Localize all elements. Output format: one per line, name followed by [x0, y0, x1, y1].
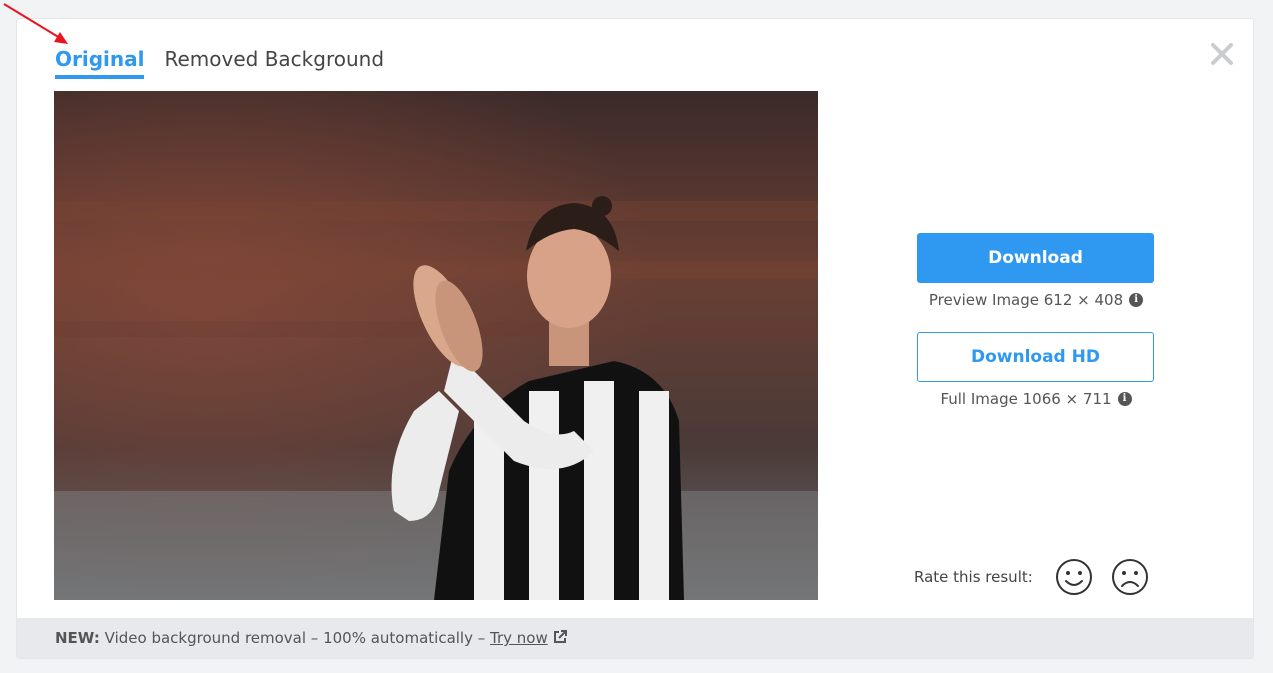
- full-info: Full Image 1066 × 711 i: [917, 390, 1155, 408]
- download-button[interactable]: Download: [917, 233, 1154, 283]
- frown-icon[interactable]: [1111, 558, 1149, 596]
- info-icon[interactable]: i: [1129, 293, 1144, 307]
- announcement-text: Video background removal – 100% automati…: [99, 629, 491, 647]
- tab-original[interactable]: Original: [55, 47, 145, 79]
- try-now-link[interactable]: Try now: [490, 629, 548, 647]
- preview-info: Preview Image 612 × 408 i: [917, 291, 1155, 309]
- rating-row: Rate this result:: [914, 558, 1149, 596]
- rate-label: Rate this result:: [914, 568, 1033, 586]
- smile-icon[interactable]: [1055, 558, 1093, 596]
- full-size-text: Full Image 1066 × 711: [940, 390, 1112, 408]
- close-icon[interactable]: [1209, 41, 1235, 67]
- annotation-arrow-icon: [3, 3, 68, 44]
- download-panel: Download Preview Image 612 × 408 i Downl…: [917, 233, 1155, 431]
- info-icon[interactable]: i: [1117, 392, 1132, 406]
- announcement-bar: NEW: Video background removal – 100% aut…: [17, 618, 1253, 658]
- new-badge: NEW:: [55, 629, 100, 647]
- result-card: Original Removed Background Download Pre…: [16, 18, 1254, 659]
- download-hd-button[interactable]: Download HD: [917, 332, 1154, 382]
- original-photo: [54, 91, 818, 600]
- tab-removed-background[interactable]: Removed Background: [164, 47, 384, 79]
- view-tabs: Original Removed Background: [55, 47, 384, 79]
- external-link-icon[interactable]: [552, 629, 568, 645]
- preview-size-text: Preview Image 612 × 408: [928, 291, 1124, 309]
